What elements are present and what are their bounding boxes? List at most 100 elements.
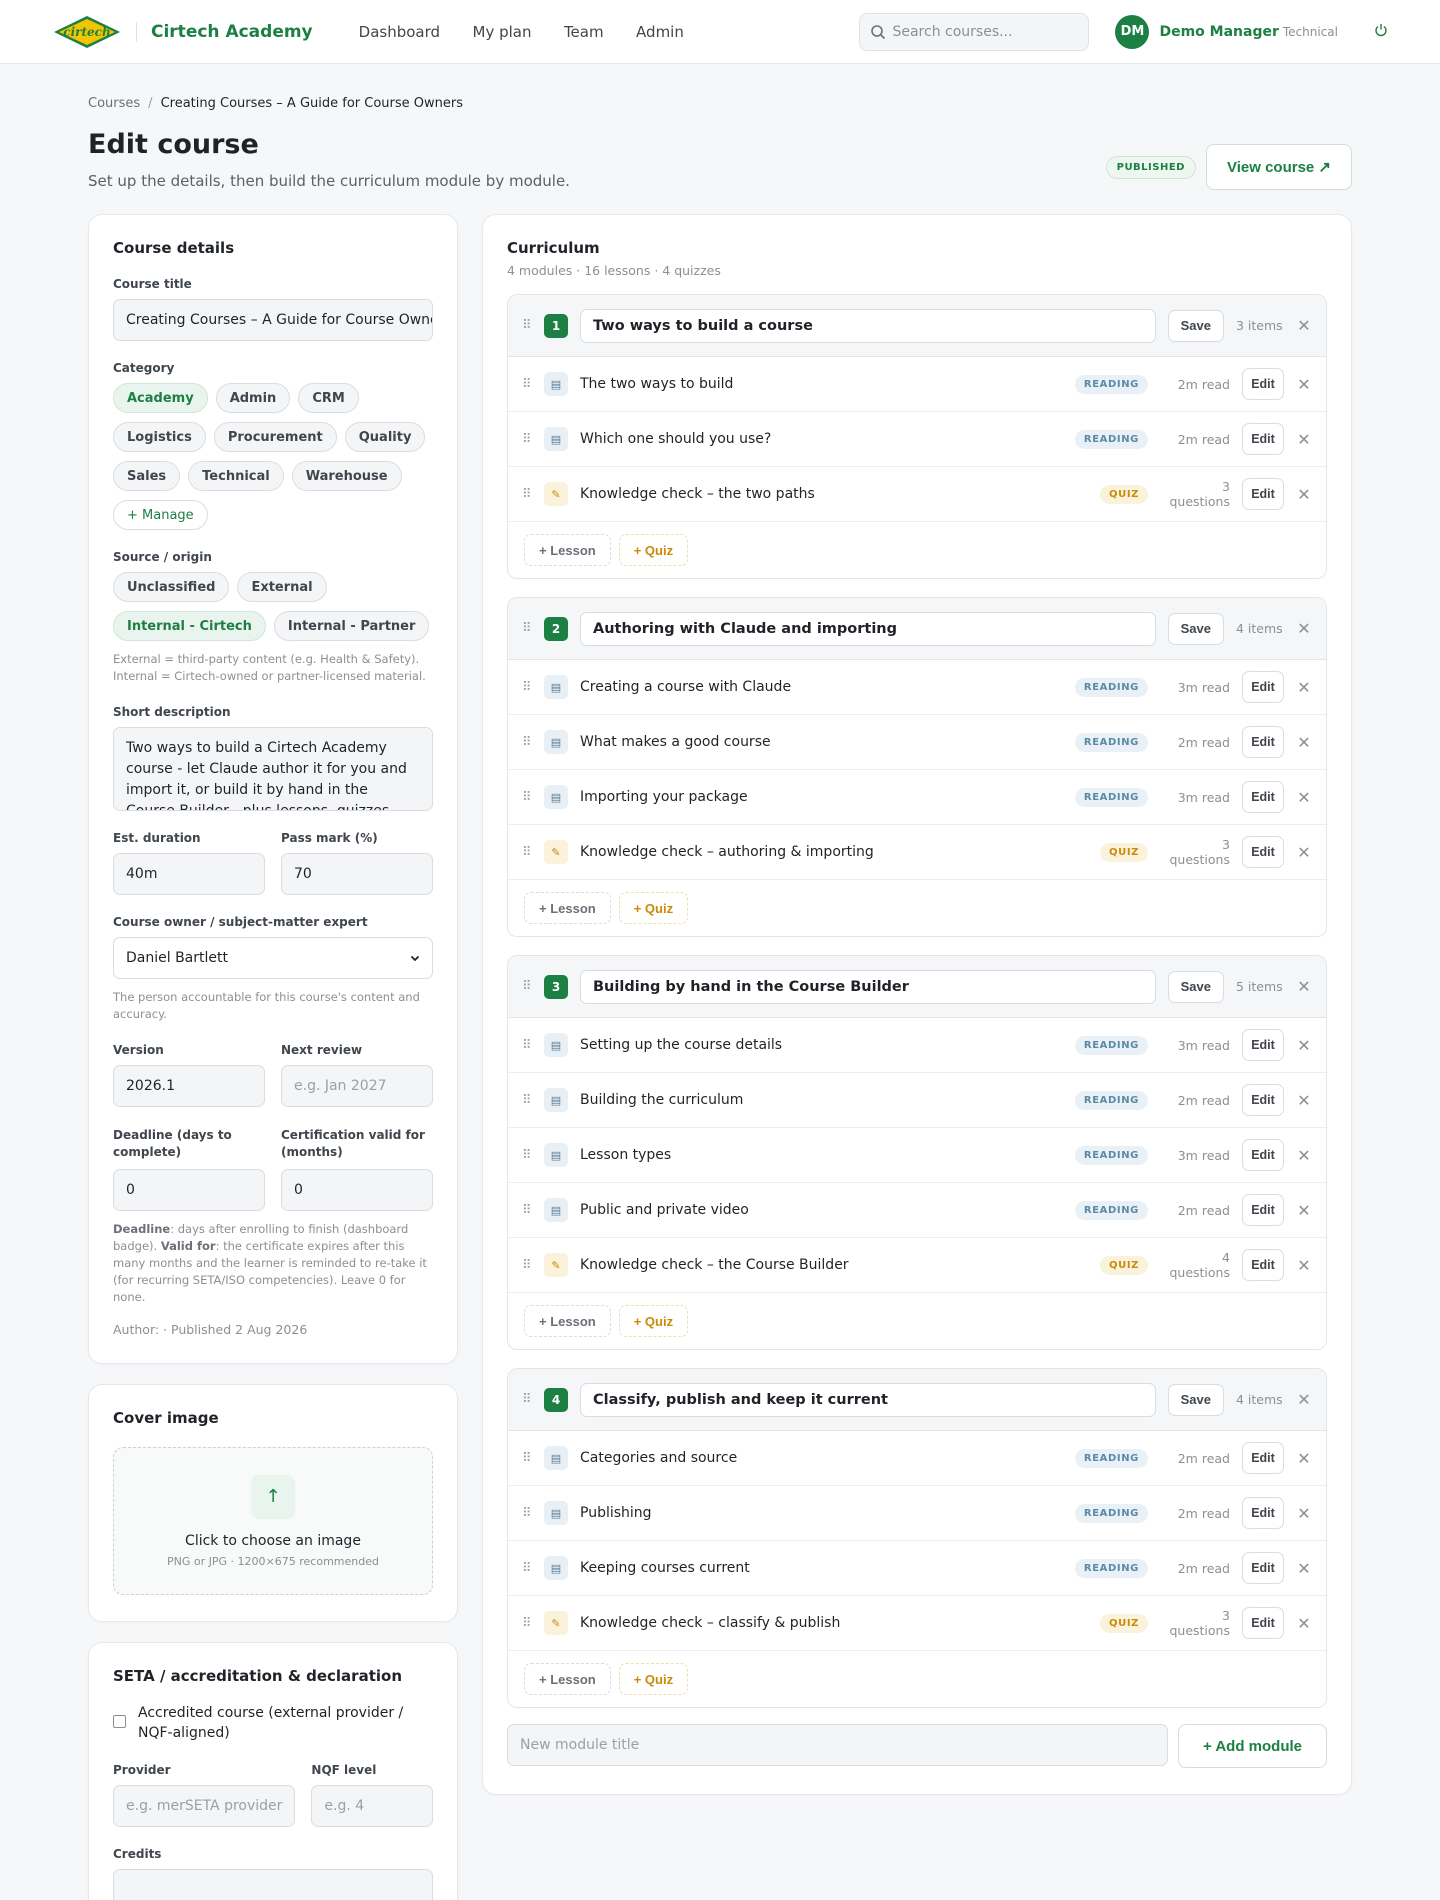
search-input[interactable]: Search courses... — [859, 12, 1090, 51]
edit-lesson-button[interactable]: Edit — [1242, 781, 1284, 813]
view-course-button[interactable]: View course ↗ — [1205, 144, 1352, 190]
close-icon[interactable]: ✕ — [1296, 733, 1312, 752]
edit-lesson-button[interactable]: Edit — [1242, 1194, 1284, 1226]
category-chip-warehouse[interactable]: Warehouse — [291, 461, 402, 491]
save-module-button[interactable]: Save — [1167, 612, 1224, 645]
module-title-input[interactable]: Classify, publish and keep it current — [580, 1382, 1156, 1417]
drag-handle-icon[interactable]: ⠿ — [522, 979, 532, 994]
close-icon[interactable]: ✕ — [1296, 1390, 1312, 1409]
close-icon[interactable]: ✕ — [1296, 1614, 1312, 1633]
close-icon[interactable]: ✕ — [1296, 1091, 1312, 1110]
close-icon[interactable]: ✕ — [1296, 485, 1312, 504]
accredited-checkbox[interactable] — [113, 1715, 126, 1728]
course-title-input[interactable]: Creating Courses – A Guide for Course Ow… — [113, 299, 433, 341]
nqf-level-input[interactable]: e.g. 4 — [311, 1785, 433, 1827]
description-textarea[interactable]: Two ways to build a Cirtech Academy cour… — [113, 727, 433, 811]
edit-lesson-button[interactable]: Edit — [1242, 368, 1284, 400]
close-icon[interactable]: ✕ — [1296, 1559, 1312, 1578]
edit-lesson-button[interactable]: Edit — [1242, 836, 1284, 868]
save-module-button[interactable]: Save — [1167, 970, 1224, 1003]
add-quiz-button[interactable]: + Quiz — [618, 892, 689, 924]
user-menu[interactable]: DM Demo Manager Technical — [1115, 14, 1338, 49]
edit-lesson-button[interactable]: Edit — [1242, 1029, 1284, 1061]
add-lesson-button[interactable]: + Lesson — [524, 892, 611, 924]
source-chip-internal-partner[interactable]: Internal - Partner — [273, 611, 430, 641]
breadcrumb-courses[interactable]: Courses — [88, 96, 140, 111]
drag-handle-icon[interactable]: ⠿ — [522, 845, 532, 860]
version-input[interactable]: 2026.1 — [113, 1065, 265, 1107]
edit-lesson-button[interactable]: Edit — [1242, 1139, 1284, 1171]
category-chip-sales[interactable]: Sales — [113, 461, 181, 491]
drag-handle-icon[interactable]: ⠿ — [522, 1148, 532, 1163]
close-icon[interactable]: ✕ — [1296, 1201, 1312, 1220]
module-title-input[interactable]: Two ways to build a course — [580, 308, 1156, 343]
brand-name[interactable]: Cirtech Academy — [136, 21, 313, 42]
nav-my-plan[interactable]: My plan — [473, 23, 532, 41]
category-chip-logistics[interactable]: Logistics — [113, 422, 206, 452]
provider-input[interactable]: e.g. merSETA provider — [113, 1785, 296, 1827]
close-icon[interactable]: ✕ — [1296, 1504, 1312, 1523]
drag-handle-icon[interactable]: ⠿ — [522, 1451, 532, 1466]
close-icon[interactable]: ✕ — [1296, 1146, 1312, 1165]
edit-lesson-button[interactable]: Edit — [1242, 1084, 1284, 1116]
drag-handle-icon[interactable]: ⠿ — [522, 1561, 532, 1576]
pass-mark-input[interactable]: 70 — [281, 853, 433, 895]
drag-handle-icon[interactable]: ⠿ — [522, 487, 532, 502]
edit-lesson-button[interactable]: Edit — [1242, 1607, 1284, 1639]
drag-handle-icon[interactable]: ⠿ — [522, 1506, 532, 1521]
drag-handle-icon[interactable]: ⠿ — [522, 1203, 532, 1218]
close-icon[interactable]: ✕ — [1296, 430, 1312, 449]
edit-lesson-button[interactable]: Edit — [1242, 1552, 1284, 1584]
duration-input[interactable]: 40m — [113, 853, 265, 895]
owner-select[interactable]: Daniel Bartlett — [113, 937, 433, 979]
edit-lesson-button[interactable]: Edit — [1242, 478, 1284, 510]
close-icon[interactable]: ✕ — [1296, 788, 1312, 807]
edit-lesson-button[interactable]: Edit — [1242, 1442, 1284, 1474]
module-title-input[interactable]: Authoring with Claude and importing — [580, 611, 1156, 646]
add-lesson-button[interactable]: + Lesson — [524, 1663, 611, 1695]
drag-handle-icon[interactable]: ⠿ — [522, 790, 532, 805]
drag-handle-icon[interactable]: ⠿ — [522, 1093, 532, 1108]
edit-lesson-button[interactable]: Edit — [1242, 1497, 1284, 1529]
close-icon[interactable]: ✕ — [1296, 843, 1312, 862]
category-chip-technical[interactable]: Technical — [188, 461, 284, 491]
category-chip-quality[interactable]: Quality — [344, 422, 426, 452]
add-quiz-button[interactable]: + Quiz — [618, 1663, 689, 1695]
source-chip-unclassified[interactable]: Unclassified — [113, 572, 230, 602]
image-upload-dropzone[interactable]: ↑ Click to choose an image PNG or JPG · … — [113, 1447, 433, 1595]
edit-lesson-button[interactable]: Edit — [1242, 671, 1284, 703]
source-chip-external[interactable]: External — [237, 572, 327, 602]
add-module-button[interactable]: + Add module — [1177, 1724, 1327, 1768]
close-icon[interactable]: ✕ — [1296, 1449, 1312, 1468]
credits-input[interactable] — [113, 1869, 433, 1900]
manage-categories-button[interactable]: + Manage — [113, 500, 208, 530]
nav-team[interactable]: Team — [564, 23, 604, 41]
drag-handle-icon[interactable]: ⠿ — [522, 1616, 532, 1631]
category-chip-academy[interactable]: Academy — [113, 383, 208, 413]
close-icon[interactable]: ✕ — [1296, 316, 1312, 335]
close-icon[interactable]: ✕ — [1296, 1256, 1312, 1275]
close-icon[interactable]: ✕ — [1296, 375, 1312, 394]
category-chip-procurement[interactable]: Procurement — [213, 422, 337, 452]
nav-admin[interactable]: Admin — [636, 23, 684, 41]
drag-handle-icon[interactable]: ⠿ — [522, 318, 532, 333]
drag-handle-icon[interactable]: ⠿ — [522, 432, 532, 447]
category-chip-crm[interactable]: CRM — [298, 383, 359, 413]
category-chip-admin[interactable]: Admin — [215, 383, 291, 413]
add-lesson-button[interactable]: + Lesson — [524, 1305, 611, 1337]
deadline-input[interactable]: 0 — [113, 1169, 265, 1211]
drag-handle-icon[interactable]: ⠿ — [522, 1038, 532, 1053]
drag-handle-icon[interactable]: ⠿ — [522, 680, 532, 695]
add-lesson-button[interactable]: + Lesson — [524, 534, 611, 566]
close-icon[interactable]: ✕ — [1296, 619, 1312, 638]
save-module-button[interactable]: Save — [1167, 309, 1224, 342]
new-module-title-input[interactable]: New module title — [507, 1724, 1168, 1766]
edit-lesson-button[interactable]: Edit — [1242, 726, 1284, 758]
close-icon[interactable]: ✕ — [1296, 1036, 1312, 1055]
drag-handle-icon[interactable]: ⠿ — [522, 377, 532, 392]
edit-lesson-button[interactable]: Edit — [1242, 1249, 1284, 1281]
source-chip-internal-cirtech[interactable]: Internal - Cirtech — [113, 611, 266, 641]
close-icon[interactable]: ✕ — [1296, 977, 1312, 996]
cert-validity-input[interactable]: 0 — [281, 1169, 433, 1211]
next-review-input[interactable]: e.g. Jan 2027 — [281, 1065, 433, 1107]
